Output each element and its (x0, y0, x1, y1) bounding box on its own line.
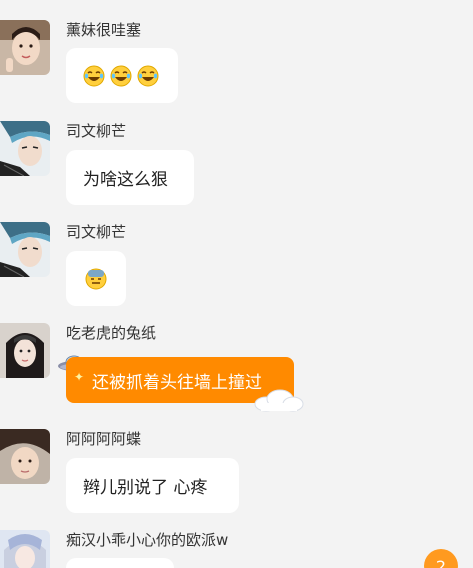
message-text: 辫儿别说了 心疼 (83, 478, 208, 498)
laughing-tears-icon (110, 65, 132, 87)
avatar-anime-man-icon (0, 121, 50, 176)
sender-name: 阿阿阿阿蝶 (66, 430, 142, 448)
sender-name: 痴汉小乖小心你的欧派w (66, 531, 229, 549)
avatar[interactable] (0, 530, 50, 568)
avatar-girl-icon (0, 323, 50, 378)
message-bubble[interactable] (66, 558, 174, 568)
message-bubble[interactable] (66, 48, 178, 103)
laughing-tears-icon (83, 65, 105, 87)
sender-name: 司文柳芒 (66, 223, 127, 241)
avatar[interactable] (0, 323, 50, 378)
avatar[interactable] (0, 20, 50, 75)
sender-name: 司文柳芒 (66, 122, 127, 140)
message-text: 还被抓着头往墙上撞过 (92, 372, 262, 393)
avatar[interactable] (0, 121, 50, 176)
avatar-anime-man-icon (0, 222, 50, 277)
avatar-girl-peace-icon (0, 20, 50, 75)
sparkle-icon: ✦ (74, 370, 85, 384)
awkward-sweat-icon (85, 268, 107, 290)
avatar-anime-girl-icon (0, 530, 50, 568)
laughing-tears-icon (137, 65, 159, 87)
unread-count-badge[interactable]: 2 (424, 549, 458, 568)
message-text: 为啥这么狠 (83, 170, 168, 190)
message-bubble[interactable] (66, 251, 126, 306)
chat-list: 薰妹很哇塞 司文柳芒 为啥这么狠 司文柳芒 吃老虎的兔纸 ✦ 还被抓着头往墙上撞… (0, 0, 473, 568)
sender-name: 薰妹很哇塞 (66, 21, 142, 39)
avatar-girl-icon (0, 429, 50, 484)
message-bubble[interactable]: 辫儿别说了 心疼 (66, 458, 239, 513)
avatar[interactable] (0, 429, 50, 484)
message-bubble[interactable]: 为啥这么狠 (66, 150, 194, 205)
avatar[interactable] (0, 222, 50, 277)
sender-name: 吃老虎的兔纸 (66, 324, 157, 342)
cloud-icon (254, 389, 304, 412)
